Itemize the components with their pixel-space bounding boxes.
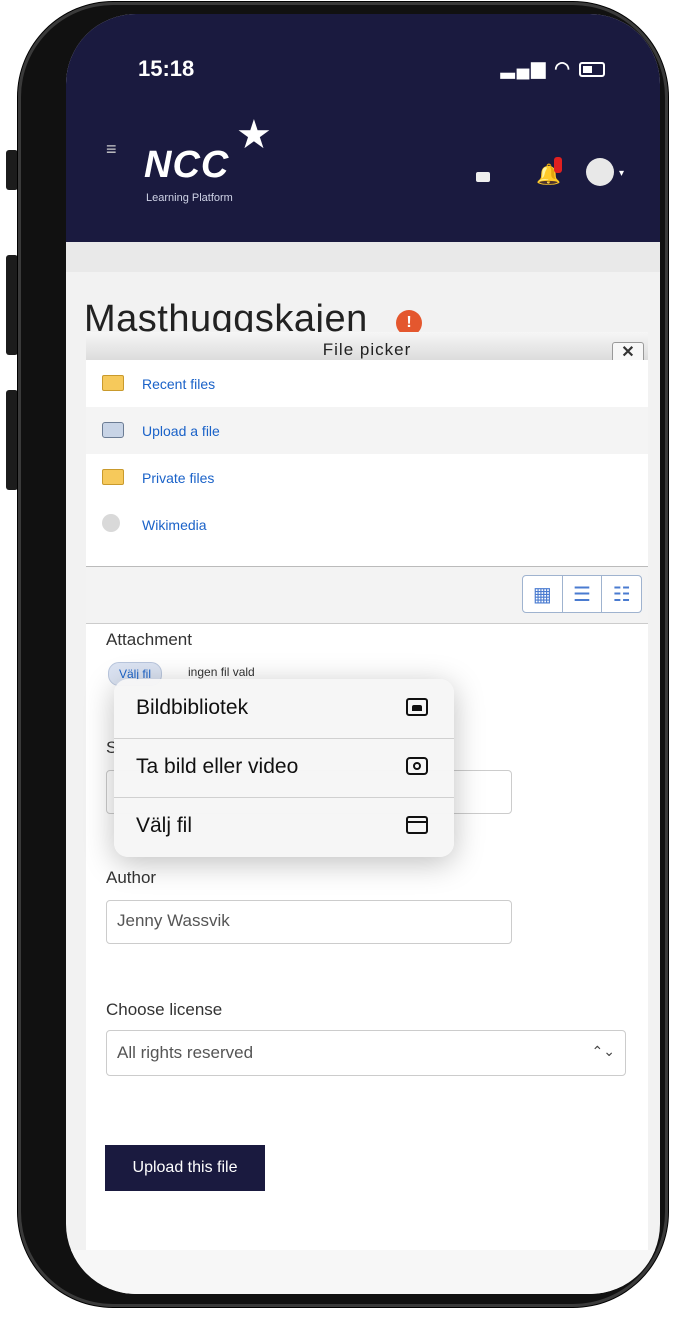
upload-this-file-button[interactable]: Upload this file xyxy=(105,1145,265,1191)
folder-icon xyxy=(102,375,124,391)
license-label: Choose license xyxy=(106,1000,223,1019)
repo-upload-file[interactable]: Upload a file xyxy=(86,407,648,454)
menu-item-label: Välj fil xyxy=(136,814,193,837)
status-time: 15:18 xyxy=(138,56,195,81)
menu-icon[interactable]: ≡ xyxy=(106,139,117,160)
menu-item-label: Bildbibliotek xyxy=(136,696,249,719)
repo-label: Upload a file xyxy=(142,423,220,439)
phone-frame: 15:18 ▂▄▆ ◠ ≡ NCC ★ Learning Platform 🔔 … xyxy=(18,2,668,1307)
screen: 15:18 ▂▄▆ ◠ ≡ NCC ★ Learning Platform 🔔 … xyxy=(66,14,660,1294)
repo-private-files[interactable]: Private files xyxy=(86,454,648,501)
battery-icon xyxy=(579,61,605,77)
repo-wikimedia[interactable]: Wikimedia xyxy=(86,501,648,548)
author-label: Author xyxy=(106,868,157,887)
page-strip xyxy=(66,242,660,272)
license-value: All rights reserved xyxy=(117,1043,254,1062)
status-icons: ▂▄▆ ◠ xyxy=(501,58,605,79)
folder-icon xyxy=(406,816,428,834)
menu-item-take-photo[interactable]: Ta bild eller video xyxy=(114,738,454,798)
wikimedia-icon xyxy=(102,514,120,532)
menu-item-label: Ta bild eller video xyxy=(136,755,299,778)
notification-badge xyxy=(554,157,562,173)
file-picker-header: File picker ✕ xyxy=(86,332,648,364)
wifi-icon: ◠ xyxy=(554,58,572,78)
repo-label: Wikimedia xyxy=(142,517,207,533)
logo-subtitle: Learning Platform xyxy=(146,192,233,204)
camera-icon xyxy=(406,757,428,775)
view-switcher: ▦ ☰ ☷ xyxy=(522,575,642,613)
author-input[interactable]: Jenny Wassvik xyxy=(106,900,512,944)
license-select[interactable]: All rights reserved ⌃⌄ xyxy=(106,1030,626,1076)
user-avatar[interactable] xyxy=(586,158,614,186)
browser-bottom-bar xyxy=(66,1250,660,1294)
upload-icon xyxy=(102,422,124,438)
no-file-text: ingen fil vald xyxy=(188,665,255,679)
repo-label: Private files xyxy=(142,470,215,486)
repo-recent-files[interactable]: Recent files xyxy=(86,360,648,407)
folder-icon xyxy=(102,469,124,485)
file-picker-title: File picker xyxy=(322,340,412,359)
file-source-menu: Bildbibliotek Ta bild eller video Välj f… xyxy=(114,679,454,857)
logo-star-icon: ★ xyxy=(236,113,272,157)
select-caret-icon: ⌃⌄ xyxy=(591,1043,615,1059)
tree-view-button[interactable]: ☷ xyxy=(602,576,641,612)
repo-label: Recent files xyxy=(142,376,216,392)
photo-library-icon xyxy=(406,698,428,716)
menu-item-choose-file[interactable]: Välj fil xyxy=(114,797,454,856)
signal-icon: ▂▄▆ xyxy=(500,58,548,78)
view-toolbar: ▦ ☰ ☷ xyxy=(86,567,648,624)
top-navbar: 15:18 ▂▄▆ ◠ ≡ NCC ★ Learning Platform 🔔 … xyxy=(66,14,660,242)
chevron-down-icon[interactable]: ▾ xyxy=(619,168,624,179)
icons-view-button[interactable]: ▦ xyxy=(523,576,563,612)
messages-icon[interactable] xyxy=(476,172,490,182)
logo-text: NCC xyxy=(144,144,230,186)
attachment-label: Attachment xyxy=(106,630,192,649)
menu-item-photo-library[interactable]: Bildbibliotek xyxy=(114,679,454,739)
list-view-button[interactable]: ☰ xyxy=(563,576,603,612)
